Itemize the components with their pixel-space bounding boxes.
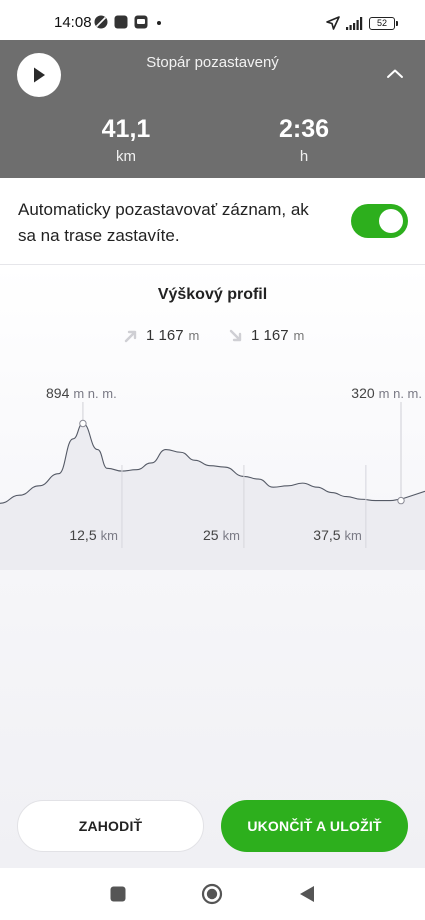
tracker-panel: Stopár pozastavený 41,1 km 2:36 h xyxy=(0,40,425,178)
elevation-section: Výškový profil 1 167 m 1 167 m 12,5 km 25 k… xyxy=(0,265,425,868)
x-tick-label-unit: km xyxy=(223,528,240,543)
navigation-bar xyxy=(0,868,425,920)
status-bar: 14:08 52 xyxy=(0,0,425,40)
signal-icon xyxy=(346,17,363,30)
location-arrow-icon xyxy=(326,16,340,30)
duration-unit: h xyxy=(299,148,309,165)
back-icon[interactable] xyxy=(299,885,315,903)
auto-pause-label: Automaticky pozastavovať záznam, ak sa n… xyxy=(18,200,309,245)
status-time: 14:08 xyxy=(54,14,92,31)
ascent-arrow-icon xyxy=(124,330,137,342)
recents-icon[interactable] xyxy=(110,886,126,902)
descent-arrow-icon xyxy=(229,329,242,341)
auto-pause-toggle[interactable] xyxy=(351,204,408,238)
finish-save-button[interactable]: UKONČIŤ A ULOŽIŤ xyxy=(221,800,408,852)
current-elevation-point xyxy=(397,496,405,505)
x-tick-label: 37,5 km xyxy=(313,527,362,543)
current-elevation-label-unit: m n. m. xyxy=(379,386,422,401)
descent-stat: 1 167 m xyxy=(229,327,304,344)
ascent-stat: 1 167 m xyxy=(124,327,199,344)
notification-dot xyxy=(157,21,161,25)
x-tick-label-unit: km xyxy=(101,528,118,543)
distance-unit: km xyxy=(116,148,136,165)
ad-icon xyxy=(134,15,148,29)
descent-unit: m xyxy=(293,328,305,343)
max-elevation-label-value: 894 xyxy=(46,385,70,401)
discard-button[interactable]: ZAHODIŤ xyxy=(17,800,204,852)
max-elevation-label: 894 m n. m. xyxy=(46,385,117,401)
descent-value: 1 167 xyxy=(251,327,289,344)
elevation-area xyxy=(0,423,425,570)
x-tick-label-unit: km xyxy=(345,528,362,543)
x-tick-label: 12,5 km xyxy=(69,527,118,543)
elevation-chart: 12,5 km 25 km 37,5 km 894 m n. m. 320 m n. m. xyxy=(0,385,425,570)
toggle-knob xyxy=(379,209,403,233)
tracker-status-title: Stopár pozastavený xyxy=(146,54,279,71)
x-tick-label-value: 25 xyxy=(203,527,219,543)
ascent-value: 1 167 xyxy=(146,327,184,344)
distance-stat: 41,1 km xyxy=(66,114,186,165)
chevron-up-icon[interactable] xyxy=(384,66,406,82)
x-tick-label-value: 37,5 xyxy=(313,527,340,543)
no-disturb-icon xyxy=(94,15,108,29)
ascent-unit: m xyxy=(188,328,200,343)
x-tick-label-value: 12,5 xyxy=(69,527,96,543)
current-elevation-label: 320 m n. m. xyxy=(351,385,422,401)
elevation-title: Výškový profil xyxy=(157,286,268,303)
duration-stat: 2:36 h xyxy=(244,114,364,165)
app-icon xyxy=(114,15,128,29)
max-elevation-point xyxy=(79,419,87,428)
max-elevation-label-unit: m n. m. xyxy=(73,386,116,401)
auto-pause-row: Automaticky pozastavovať záznam, ak sa n… xyxy=(0,178,425,265)
home-icon[interactable] xyxy=(201,883,223,905)
distance-value: 41,1 xyxy=(101,115,151,143)
battery-icon: 52 xyxy=(369,17,398,30)
duration-value: 2:36 xyxy=(278,115,330,143)
current-elevation-label-value: 320 xyxy=(351,385,375,401)
